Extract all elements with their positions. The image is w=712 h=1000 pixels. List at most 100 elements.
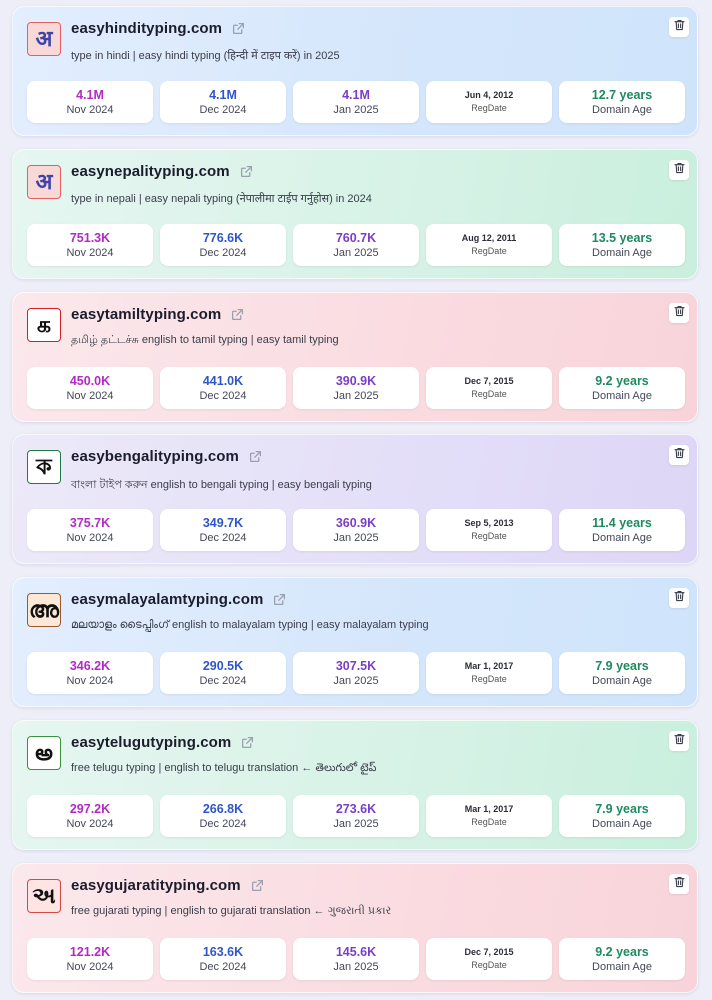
stat-label: RegDate [471,103,507,113]
stat-label: Domain Age [592,817,652,830]
stat-value: 9.2 years [595,373,649,388]
site-card: અ easygujaratityping.com free gujarati t… [12,863,698,993]
stat-label: Jan 2025 [333,531,379,544]
external-link-icon[interactable] [273,593,286,606]
site-logo-glyph: અ [32,883,56,909]
stat-value: 11.4 years [592,515,652,530]
stat-jan-2025: 145.6K Jan 2025 [293,938,419,980]
site-logo: ক [27,450,61,484]
site-logo: अ [27,22,61,56]
stat-label: Nov 2024 [66,817,114,830]
stat-value: 7.9 years [595,658,649,673]
stat-label: Dec 2024 [199,960,247,973]
stat-label: Nov 2024 [66,674,114,687]
stat-value: 441.0K [202,373,244,388]
stat-value: 290.5K [202,658,244,673]
delete-button[interactable] [669,731,689,751]
stat-label: Domain Age [592,246,652,259]
stat-jan-2025: 360.9K Jan 2025 [293,509,419,551]
stat-jan-2025: 760.7K Jan 2025 [293,224,419,266]
external-link-icon[interactable] [231,308,244,321]
stat-label: Nov 2024 [66,531,114,544]
stat-value: 450.0K [69,373,111,388]
site-card: अ easynepalityping.com type in nepali | … [12,149,698,279]
delete-button[interactable] [669,445,689,465]
external-link-icon[interactable] [251,879,264,892]
delete-button[interactable] [669,588,689,608]
stat-dec-2024: 290.5K Dec 2024 [160,652,286,694]
stat-reg-date: Jun 4, 2012 RegDate [426,81,552,123]
stat-label: RegDate [471,531,507,541]
external-link-icon[interactable] [240,165,253,178]
domain-title[interactable]: easytamiltyping.com [71,306,221,323]
site-card: க easytamiltyping.com தமிழ் தட்டச்சு eng… [12,292,698,422]
site-card: अ easyhindityping.com type in hindi | ea… [12,6,698,136]
title-row: easymalayalamtyping.com [71,591,286,608]
delete-button[interactable] [669,303,689,323]
stat-label: Dec 2024 [199,246,247,259]
domain-title[interactable]: easybengalityping.com [71,448,239,465]
stats-row: 121.2K Nov 2024 163.6K Dec 2024 145.6K J… [27,938,685,980]
stat-domain-age: 11.4 years Domain Age [559,509,685,551]
stat-label: Domain Age [592,960,652,973]
stat-value: 346.2K [69,658,111,673]
external-link-icon[interactable] [232,22,245,35]
stat-label: Jan 2025 [333,674,379,687]
domain-title[interactable]: easyhindityping.com [71,20,222,37]
stat-nov-2024: 375.7K Nov 2024 [27,509,153,551]
stat-value: Jun 4, 2012 [464,90,514,100]
stat-nov-2024: 4.1M Nov 2024 [27,81,153,123]
stats-row: 297.2K Nov 2024 266.8K Dec 2024 273.6K J… [27,795,685,837]
stat-value: 297.2K [69,801,111,816]
domain-title[interactable]: easymalayalamtyping.com [71,591,263,608]
stat-value: Sep 5, 2013 [464,518,514,528]
site-description: free gujarati typing | english to gujara… [71,905,392,917]
external-link-icon[interactable] [249,450,262,463]
site-description: type in nepali | easy nepali typing (नेप… [71,193,372,205]
stat-value: Mar 1, 2017 [464,661,514,671]
stat-label: Dec 2024 [199,103,247,116]
stat-label: Jan 2025 [333,817,379,830]
stat-value: 163.6K [202,944,244,959]
site-logo-glyph: അ [29,597,59,623]
stat-value: 4.1M [76,87,104,102]
stat-label: RegDate [471,389,507,399]
stat-dec-2024: 163.6K Dec 2024 [160,938,286,980]
title-row: easynepalityping.com [71,163,253,180]
delete-button[interactable] [669,160,689,180]
stat-value: Aug 12, 2011 [461,233,517,243]
site-card: അ easymalayalamtyping.com മലയാളം ടൈപ്പിം… [12,577,698,707]
stat-nov-2024: 121.2K Nov 2024 [27,938,153,980]
external-link-icon[interactable] [241,736,254,749]
stat-value: 145.6K [335,944,377,959]
stat-label: Nov 2024 [66,389,114,402]
stat-value: Dec 7, 2015 [464,376,514,386]
domain-title[interactable]: easynepalityping.com [71,163,230,180]
stats-row: 346.2K Nov 2024 290.5K Dec 2024 307.5K J… [27,652,685,694]
stat-label: Nov 2024 [66,246,114,259]
stat-value: 375.7K [69,515,111,530]
domain-title[interactable]: easytelugutyping.com [71,734,231,751]
title-row: easygujaratityping.com [71,877,264,894]
delete-button[interactable] [669,17,689,37]
site-logo-glyph: अ [35,169,53,195]
site-description: type in hindi | easy hindi typing (हिन्द… [71,50,340,62]
stat-domain-age: 12.7 years Domain Age [559,81,685,123]
stat-value: 751.3K [69,230,111,245]
domain-title[interactable]: easygujaratityping.com [71,877,241,894]
delete-button[interactable] [669,874,689,894]
stat-label: Nov 2024 [66,960,114,973]
site-logo-glyph: ক [36,454,52,480]
stat-jan-2025: 390.9K Jan 2025 [293,367,419,409]
site-description: മലയാളം ടൈപ്പിംഗ് english to malayalam ty… [71,619,429,631]
stat-value: 273.6K [335,801,377,816]
stat-label: Dec 2024 [199,674,247,687]
title-row: easytelugutyping.com [71,734,254,751]
site-description: free telugu typing | english to telugu t… [71,762,377,774]
stat-reg-date: Dec 7, 2015 RegDate [426,938,552,980]
site-card: అ easytelugutyping.com free telugu typin… [12,720,698,850]
stat-reg-date: Dec 7, 2015 RegDate [426,367,552,409]
stat-reg-date: Aug 12, 2011 RegDate [426,224,552,266]
stat-label: RegDate [471,817,507,827]
stat-domain-age: 9.2 years Domain Age [559,367,685,409]
